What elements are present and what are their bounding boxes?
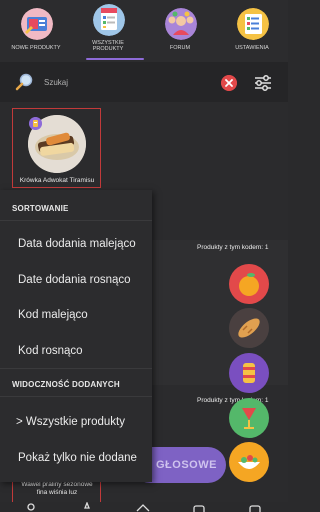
close-circle-icon[interactable]: [221, 75, 237, 91]
menu-divider: [0, 396, 152, 397]
product-card[interactable]: Krówka Adwokat Tiramisu: [12, 108, 101, 188]
top-tab-bar: Nowe produkty Wszystkie produkty: [0, 0, 288, 62]
menu-icon[interactable]: [248, 502, 262, 512]
product-badge-icon: [29, 117, 42, 130]
category-bread-button[interactable]: [229, 308, 269, 348]
bread-icon: [229, 308, 269, 348]
add-icon[interactable]: [192, 502, 206, 512]
magnifier-icon[interactable]: [14, 72, 34, 92]
tab-all-products-label: Wszystkie produkty: [92, 40, 124, 52]
menu-divider: [0, 220, 152, 221]
app-screen: Nowe produkty Wszystkie produkty: [0, 0, 288, 512]
tab-new-products-label: Nowe produkty: [11, 45, 61, 51]
tab-all-products[interactable]: Wszystkie produkty: [72, 0, 144, 62]
product-name: Wawel praliny sezonowe fina wiśnia luz: [21, 481, 93, 496]
sort-date-asc-option[interactable]: Date dodania rosnąco: [0, 265, 152, 295]
category-fruit-button[interactable]: [229, 264, 269, 304]
people-icon: [165, 8, 197, 40]
sort-filter-menu: SORTOWANIE Data dodania malejąco Date do…: [0, 190, 152, 482]
megaphone-icon: [21, 8, 53, 40]
sliders-icon[interactable]: [253, 73, 273, 93]
candy-icon: [229, 353, 269, 393]
fruit-icon: [229, 264, 269, 304]
code-count-label: Produkty z tym kodem: 1: [197, 244, 269, 251]
visibility-all-option[interactable]: > Wszystkie produkty: [0, 407, 152, 437]
tab-settings[interactable]: Ustawienia: [216, 0, 288, 62]
document-list-icon: [93, 4, 125, 36]
search-bar: [0, 62, 288, 102]
checklist-icon: [237, 8, 269, 40]
star-icon[interactable]: [80, 502, 94, 512]
search-input[interactable]: [44, 72, 204, 92]
tab-settings-label: Ustawienia: [235, 45, 269, 51]
category-salad-button[interactable]: [229, 442, 269, 482]
menu-divider: [0, 368, 152, 369]
drink-icon: [229, 398, 269, 438]
sort-code-asc-option[interactable]: Kod rosnąco: [0, 336, 152, 366]
category-candy-button[interactable]: [229, 353, 269, 393]
product-name: Krówka Adwokat Tiramisu: [19, 177, 95, 184]
tab-forum[interactable]: Forum: [144, 0, 216, 62]
visibility-section-title: WIDOCZNOŚĆ DODANYCH: [12, 380, 120, 389]
user-icon[interactable]: [24, 502, 38, 512]
tab-new-products[interactable]: Nowe produkty: [0, 0, 72, 62]
visibility-not-added-option[interactable]: Pokaż tylko nie dodane: [0, 443, 152, 473]
salad-icon: [229, 442, 269, 482]
sort-date-desc-option[interactable]: Data dodania malejąco: [0, 229, 152, 259]
category-drinks-button[interactable]: [229, 398, 269, 438]
tab-forum-label: Forum: [169, 45, 191, 51]
active-tab-indicator: [86, 58, 144, 60]
sort-section-title: SORTOWANIE: [12, 204, 69, 213]
home-icon[interactable]: [136, 502, 150, 512]
sort-code-desc-option[interactable]: Kod malejąco: [0, 300, 152, 330]
